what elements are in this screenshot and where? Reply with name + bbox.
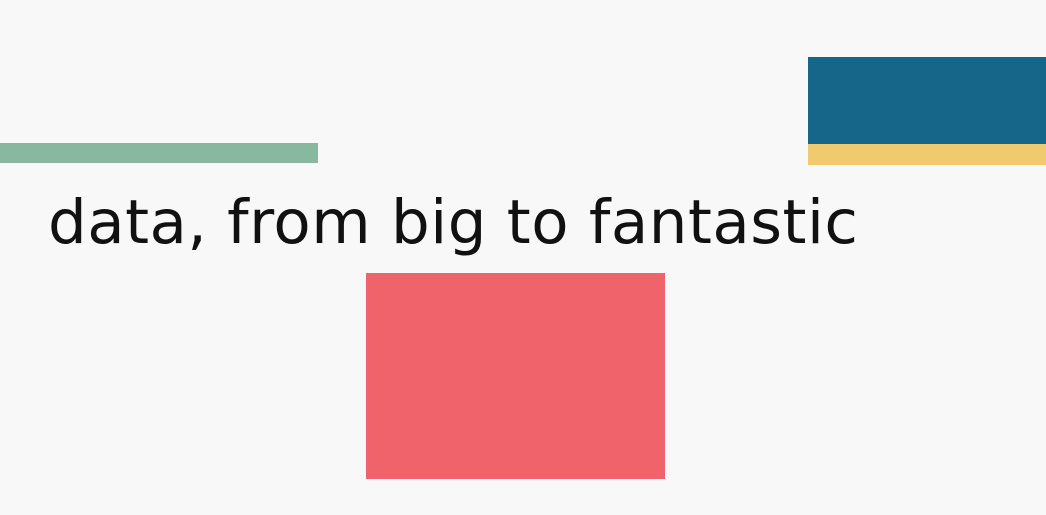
red-block bbox=[366, 273, 665, 479]
blue-block bbox=[808, 57, 1046, 144]
banner: data, from big to fantastic bbox=[0, 0, 1046, 515]
green-stripe bbox=[0, 143, 318, 163]
yellow-stripe bbox=[808, 144, 1046, 165]
tagline: data, from big to fantastic bbox=[48, 187, 859, 258]
